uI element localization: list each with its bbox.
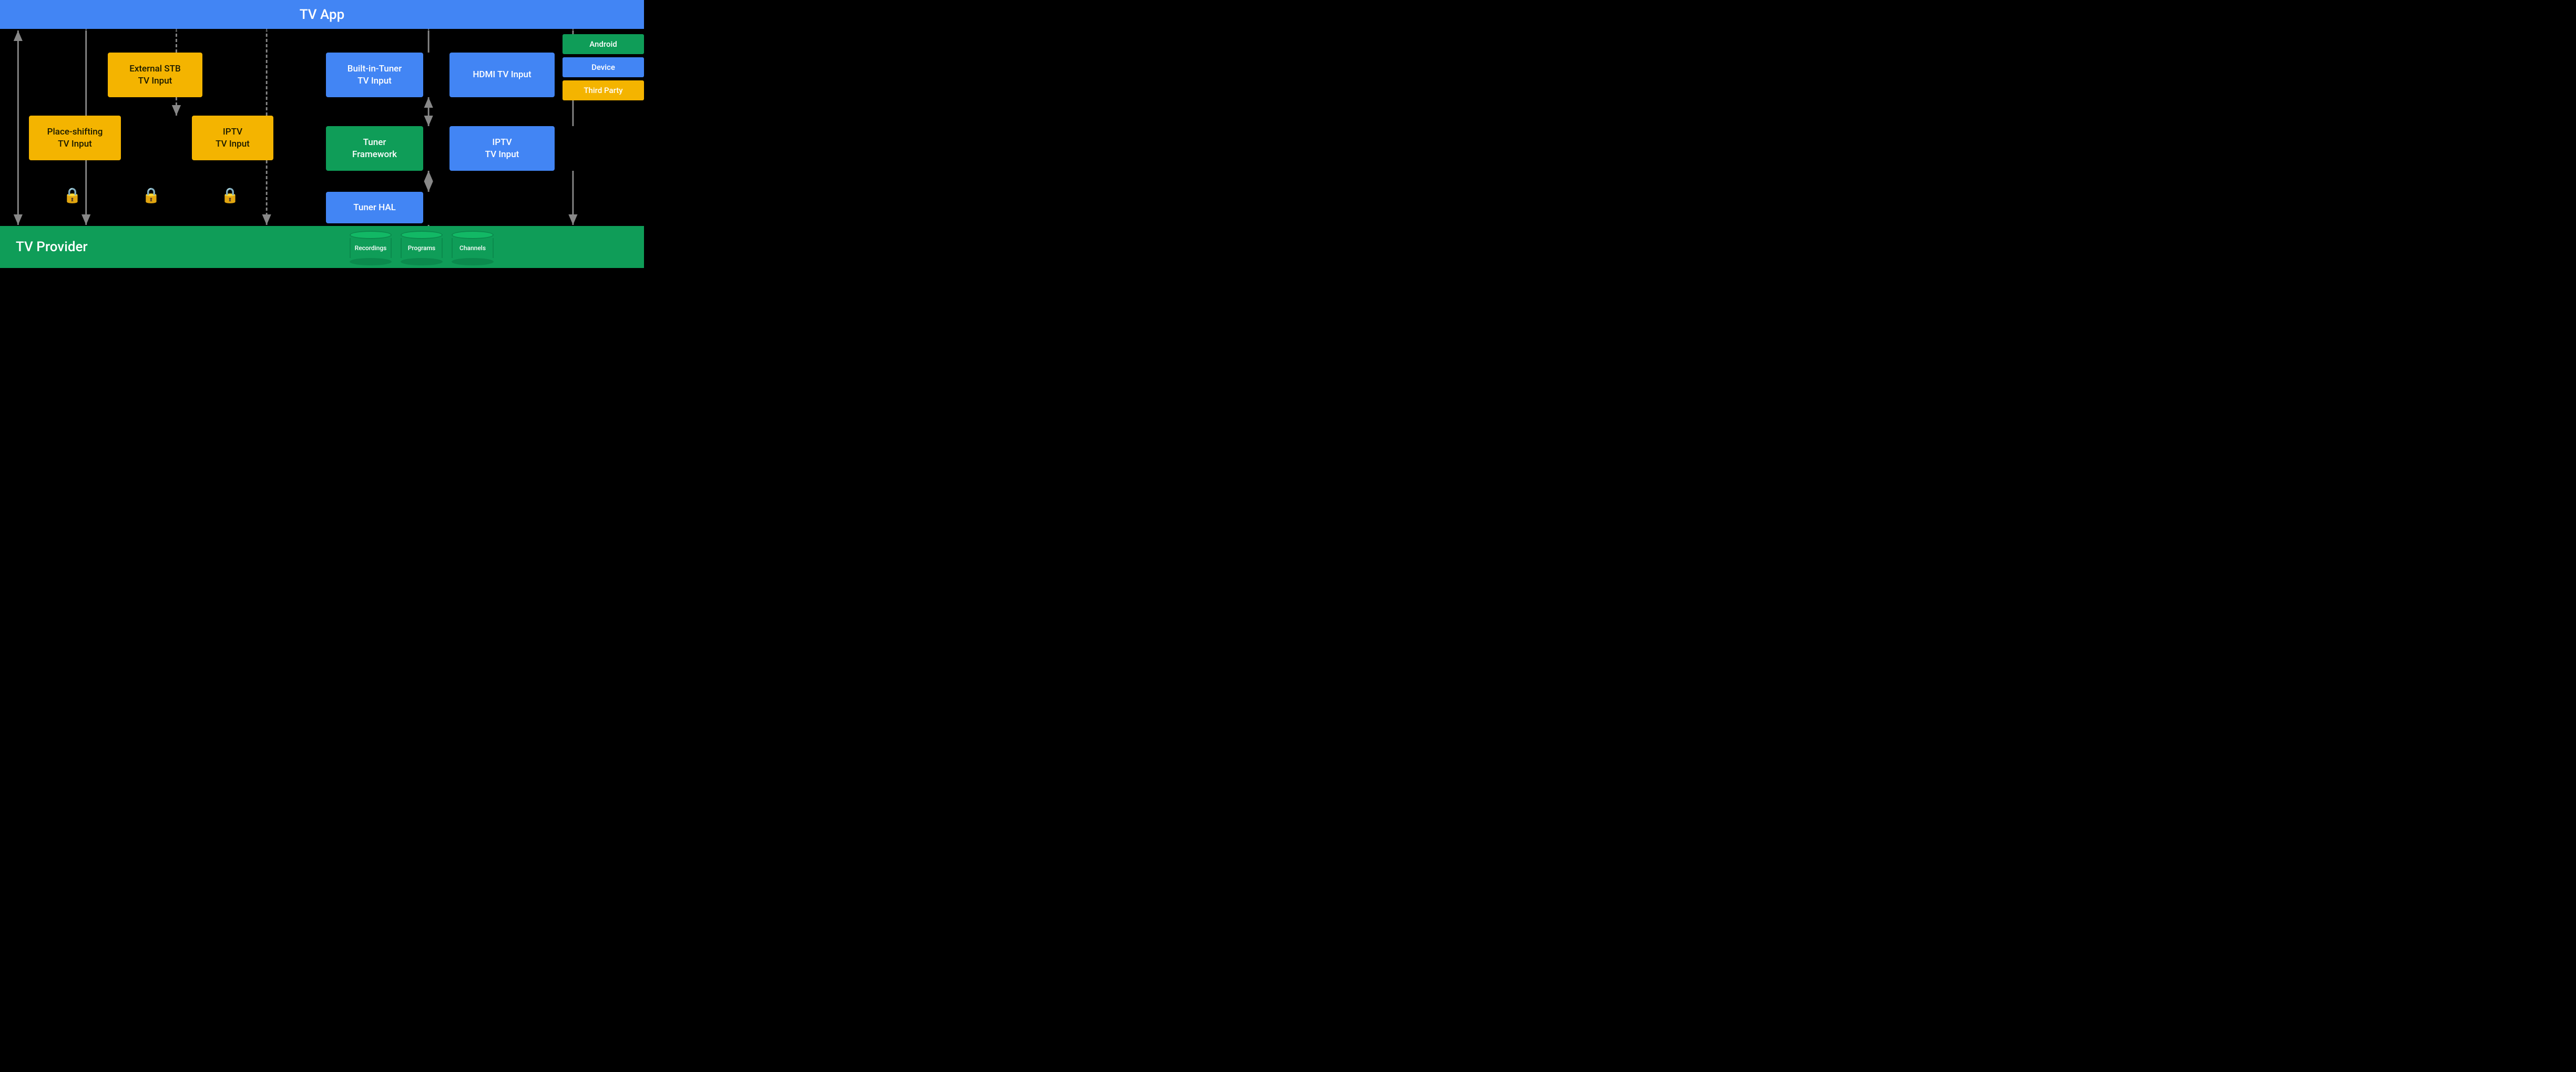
programs-db: Programs	[401, 231, 443, 265]
tuner-hal-box: Tuner HAL	[326, 192, 423, 223]
place-shifting-box: Place-shiftingTV Input	[29, 116, 121, 160]
legend: Android Device Third Party	[563, 34, 644, 100]
legend-device: Device	[563, 57, 644, 77]
tv-app-bar: TV App	[0, 0, 644, 29]
lock-icon-3: 🔒	[221, 187, 239, 204]
iptv-right-box: IPTVTV Input	[449, 126, 555, 171]
legend-third-party: Third Party	[563, 80, 644, 100]
tuner-framework-box: TunerFramework	[326, 126, 423, 171]
channels-db: Channels	[452, 231, 494, 265]
tv-provider-title: TV Provider	[0, 239, 88, 255]
tv-app-title: TV App	[300, 7, 345, 23]
lock-icon-1: 🔒	[63, 187, 81, 204]
external-stb-box: External STBTV Input	[108, 53, 202, 97]
recordings-db: Recordings	[350, 231, 392, 265]
lock-icon-2: 🔒	[142, 187, 160, 204]
hdmi-input-box: HDMI TV Input	[449, 53, 555, 97]
legend-android: Android	[563, 34, 644, 54]
built-in-tuner-box: Built-in-TunerTV Input	[326, 53, 423, 97]
iptv-left-box: IPTVTV Input	[192, 116, 273, 160]
tv-provider-bar: TV Provider	[0, 226, 644, 268]
